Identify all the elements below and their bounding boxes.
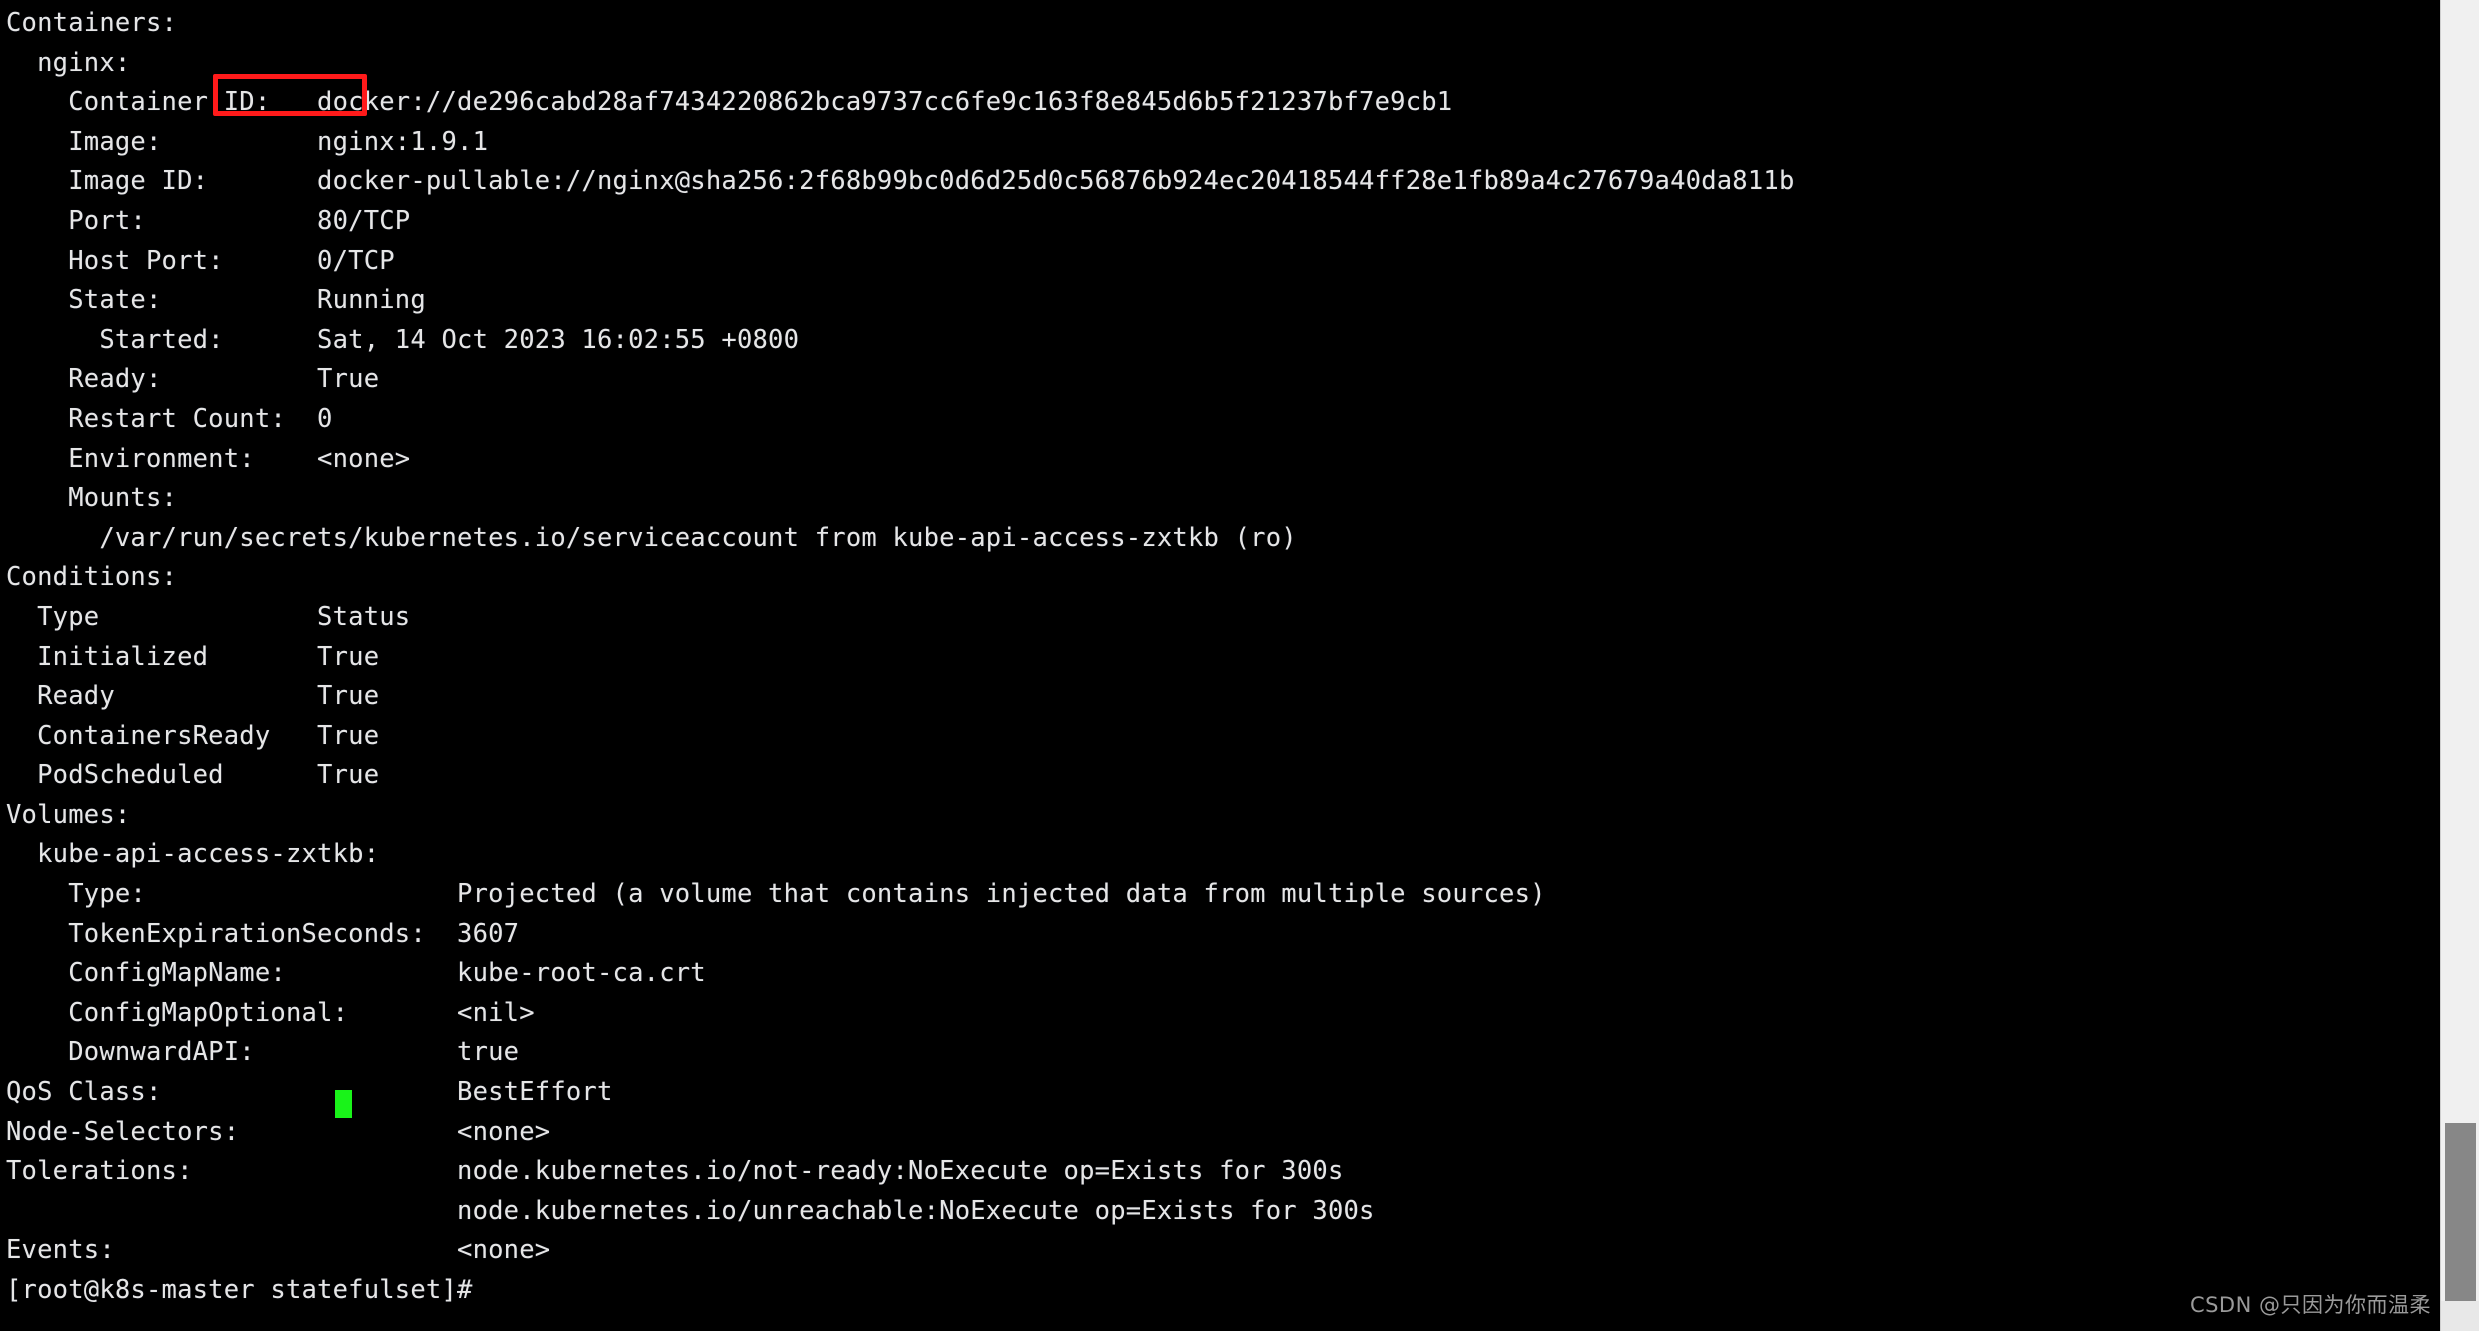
terminal-output-area[interactable]: Containers: nginx: Container ID: docker:… — [0, 0, 2440, 1331]
terminal-text: Containers: nginx: Container ID: docker:… — [6, 8, 1795, 1305]
vertical-scrollbar-thumb[interactable] — [2445, 1123, 2476, 1301]
terminal-cursor — [335, 1090, 352, 1118]
csdn-watermark: CSDN @只因为你而温柔 — [2189, 1293, 2431, 1317]
vertical-scrollbar-track[interactable] — [2440, 0, 2479, 1331]
terminal-window: Containers: nginx: Container ID: docker:… — [0, 0, 2479, 1331]
scrollbar-corner — [2441, 1301, 2479, 1331]
terminal-bottom-strip — [0, 1325, 2440, 1331]
